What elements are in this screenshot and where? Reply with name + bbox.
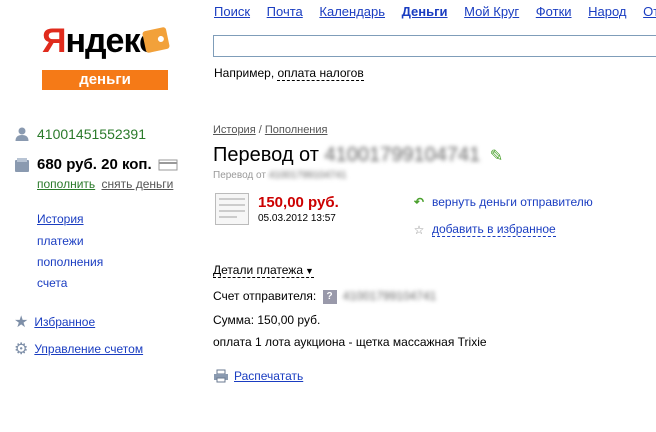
edit-pencil-icon[interactable]: ✎: [490, 148, 503, 165]
sidebar-item-topups[interactable]: пополнения: [37, 255, 103, 269]
wallet-icon: [141, 26, 171, 54]
page-title: Перевод от 41001799104741 ✎: [213, 144, 504, 166]
account-settings-link[interactable]: Управление счетом: [34, 342, 143, 356]
topup-link[interactable]: пополнить: [37, 177, 95, 191]
sidebar-item-favorites[interactable]: ★ Избранное: [14, 312, 95, 332]
nav-search[interactable]: Поиск: [214, 4, 250, 19]
add-favorite-action[interactable]: ☆ добавить в избранное: [412, 222, 556, 237]
printer-icon: [214, 369, 228, 383]
unknown-sender-icon: ?: [322, 289, 337, 304]
receipt-icon: [215, 193, 249, 225]
nav-narod[interactable]: Народ: [588, 4, 626, 19]
dropdown-arrow-icon: ▼: [305, 266, 314, 276]
nav-mail[interactable]: Почта: [267, 4, 303, 19]
balance-row: 680 руб. 20 коп.: [14, 156, 178, 173]
nav-moi-krug[interactable]: Мой Круг: [464, 4, 519, 19]
nav-more[interactable]: Отк: [643, 4, 656, 19]
user-icon: [15, 127, 29, 141]
sidebar-item-history[interactable]: История: [37, 212, 84, 226]
search-hint: Например, оплата налогов: [214, 66, 364, 81]
logo-wordmark: Яндекс: [42, 22, 158, 60]
page-subtitle: Перевод от 41001799104741: [213, 170, 347, 181]
nav-photos[interactable]: Фотки: [536, 4, 572, 19]
payment-details-toggle[interactable]: Детали платежа ▼: [213, 263, 314, 278]
logo-money-label[interactable]: деньги: [42, 70, 168, 90]
balance-actions: пополнить снять деньги: [37, 177, 173, 191]
withdraw-link[interactable]: снять деньги: [102, 177, 174, 191]
star-icon: ★: [14, 314, 29, 331]
sum-line: Сумма: 150,00 руб.: [213, 313, 321, 327]
top-navigation: Поиск Почта Календарь Деньги Мой Круг Фо…: [214, 4, 656, 19]
gear-icon: ⚙: [14, 341, 29, 358]
breadcrumb-history[interactable]: История: [213, 124, 256, 136]
sidebar-item-payments[interactable]: платежи: [37, 234, 84, 248]
yandex-money-logo[interactable]: Яндекс деньги: [40, 22, 171, 92]
sidebar-item-bills[interactable]: счета: [37, 276, 67, 290]
return-arrow-icon: ↶: [413, 195, 425, 209]
account-number-row: 41001451552391: [14, 126, 146, 142]
breadcrumb-topups[interactable]: Пополнения: [265, 124, 328, 136]
wallet-balance-icon: [15, 157, 29, 172]
account-number: 41001451552391: [37, 126, 147, 142]
payment-comment: оплата 1 лота аукциона - щетка массажная…: [213, 335, 487, 349]
print-link[interactable]: Распечатать: [234, 369, 303, 383]
balance-amount: 680 руб. 20 коп.: [37, 156, 152, 173]
add-favorite-link[interactable]: добавить в избранное: [432, 222, 556, 237]
print-action[interactable]: Распечатать: [213, 369, 303, 383]
card-icon[interactable]: [158, 159, 178, 171]
search-example-link[interactable]: оплата налогов: [277, 66, 364, 81]
sender-account-blurred: 41001799104741: [324, 144, 481, 166]
nav-money[interactable]: Деньги: [402, 4, 448, 19]
sidebar-item-account-settings[interactable]: ⚙ Управление счетом: [14, 339, 143, 359]
sender-account-line: Счет отправителя: ? 41001799104741: [213, 289, 437, 304]
transfer-datetime: 05.03.2012 13:57: [258, 213, 336, 224]
favorites-link[interactable]: Избранное: [34, 315, 95, 329]
star-outline-icon: ☆: [413, 222, 425, 237]
transfer-amount: 150,00 руб.: [258, 194, 339, 211]
return-money-action[interactable]: ↶ вернуть деньги отправителю: [412, 195, 593, 209]
nav-calendar[interactable]: Календарь: [319, 4, 385, 19]
breadcrumb: История / Пополнения: [213, 124, 328, 136]
return-money-link[interactable]: вернуть деньги отправителю: [432, 195, 593, 209]
search-input[interactable]: [213, 35, 656, 57]
